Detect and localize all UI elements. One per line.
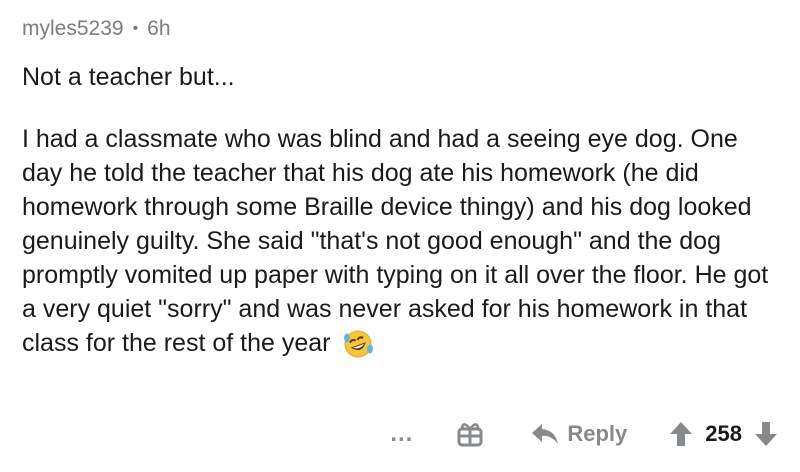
username[interactable]: myles5239 — [22, 17, 124, 41]
comment-body: I had a classmate who was blind and had … — [22, 122, 772, 360]
more-options-button[interactable]: ... — [390, 420, 413, 448]
down-arrow-icon[interactable] — [754, 421, 778, 447]
comment-age: 6h — [147, 17, 171, 40]
meta-separator: • — [132, 20, 139, 37]
reply-arrow-icon — [532, 424, 559, 444]
vote-controls: 258 — [669, 421, 778, 447]
comment-paragraph: I had a classmate who was blind and had … — [22, 125, 769, 357]
rolling-on-floor-laughing-emoji-icon — [343, 329, 374, 359]
reply-label: Reply — [567, 421, 628, 446]
gift-icon — [457, 423, 483, 447]
reply-button[interactable]: Reply — [531, 421, 627, 447]
comment-meta: myles5239 • 6h — [22, 12, 782, 46]
comment-actions: ... Reply 258 — [390, 414, 778, 454]
give-award-button[interactable] — [455, 419, 485, 449]
comment-first-line: Not a teacher but... — [22, 63, 235, 91]
up-arrow-icon[interactable] — [669, 421, 693, 447]
vote-score: 258 — [705, 421, 742, 446]
comment: myles5239 • 6h Not a teacher but... I ha… — [22, 12, 782, 360]
